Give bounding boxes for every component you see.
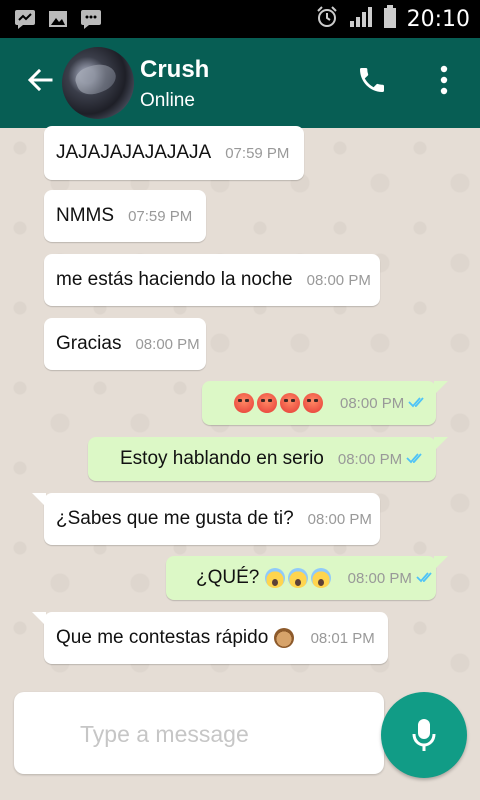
- alarm-icon: [315, 5, 339, 34]
- message-text-label: ¿QUÉ?: [196, 567, 260, 588]
- message-text: ¿QUÉ?: [196, 567, 334, 589]
- chat-notification-icon: [80, 8, 102, 35]
- message-text: JAJAJAJAJAJAJA: [56, 142, 212, 163]
- message-bubble[interactable]: 08:00 PM: [202, 381, 448, 425]
- message-bubble[interactable]: Que me contestas rápido 08:01 PM: [32, 612, 388, 664]
- message-time: 08:00 PM: [306, 271, 371, 289]
- message-text: ¿Sabes que me gusta de ti?: [56, 508, 294, 529]
- message-time: 07:59 PM: [128, 207, 193, 225]
- see-no-evil-monkey-icon: [273, 627, 294, 648]
- pouting-face-icon: [280, 392, 300, 413]
- microphone-icon[interactable]: [381, 692, 467, 778]
- status-time: 20:10: [406, 6, 470, 32]
- message-text: Que me contestas rápido: [56, 627, 297, 649]
- battery-icon: [383, 4, 397, 34]
- message-bubble[interactable]: me estás haciendo la noche 08:00 PM: [44, 254, 380, 306]
- contact-status: Online: [140, 90, 195, 111]
- message-time: 08:00 PM: [337, 450, 403, 468]
- message-time: 08:00 PM: [340, 394, 405, 412]
- message-bubble[interactable]: ¿QUÉ? 08:00 PM: [166, 556, 448, 600]
- message-text: Gracias: [56, 333, 122, 354]
- message-bubble[interactable]: Gracias 08:00 PM: [44, 318, 206, 370]
- message-text-label: Que me contestas rápido: [56, 627, 269, 648]
- double-check-read-icon: [408, 392, 428, 414]
- face-screaming-in-fear-icon: [264, 567, 285, 588]
- chat-area[interactable]: JAJAJAJAJAJAJA 07:59 PM NMMS 07:59 PM me…: [0, 126, 480, 688]
- message-time: 08:00 PM: [347, 569, 412, 587]
- more-vert-icon[interactable]: [432, 64, 456, 101]
- message-time: 08:00 PM: [307, 510, 372, 528]
- message-time: 07:59 PM: [225, 144, 290, 162]
- message-notification-icon: [14, 8, 36, 35]
- pouting-face-icon: [234, 392, 254, 413]
- double-check-read-icon: [406, 448, 426, 470]
- message-bubble[interactable]: JAJAJAJAJAJAJA 07:59 PM: [44, 126, 304, 180]
- message-emoji: [234, 392, 326, 414]
- pouting-face-icon: [257, 392, 277, 413]
- face-screaming-in-fear-icon: [310, 567, 331, 588]
- double-check-read-icon: [416, 567, 436, 589]
- contact-avatar[interactable]: [62, 47, 134, 119]
- message-text: NMMS: [56, 205, 115, 226]
- contact-name[interactable]: Crush: [140, 56, 209, 84]
- message-bubble[interactable]: ¿Sabes que me gusta de ti? 08:00 PM: [32, 493, 380, 545]
- message-composer: [14, 692, 384, 774]
- chat-header: Crush Online: [0, 38, 480, 128]
- message-time: 08:01 PM: [310, 629, 375, 647]
- message-text: me estás haciendo la noche: [56, 269, 293, 290]
- message-time: 08:00 PM: [135, 335, 200, 353]
- message-input[interactable]: [78, 714, 372, 754]
- face-screaming-in-fear-icon: [287, 567, 308, 588]
- gallery-notification-icon: [48, 8, 68, 35]
- message-text: Estoy hablando en serio: [120, 448, 324, 469]
- phone-icon[interactable]: [356, 64, 388, 101]
- status-bar: 20:10: [0, 0, 480, 38]
- message-bubble[interactable]: NMMS 07:59 PM: [44, 190, 206, 242]
- back-arrow-icon[interactable]: [26, 66, 54, 99]
- signal-icon: [349, 6, 373, 33]
- message-bubble[interactable]: Estoy hablando en serio 08:00 PM: [88, 437, 448, 481]
- pouting-face-icon: [303, 392, 323, 413]
